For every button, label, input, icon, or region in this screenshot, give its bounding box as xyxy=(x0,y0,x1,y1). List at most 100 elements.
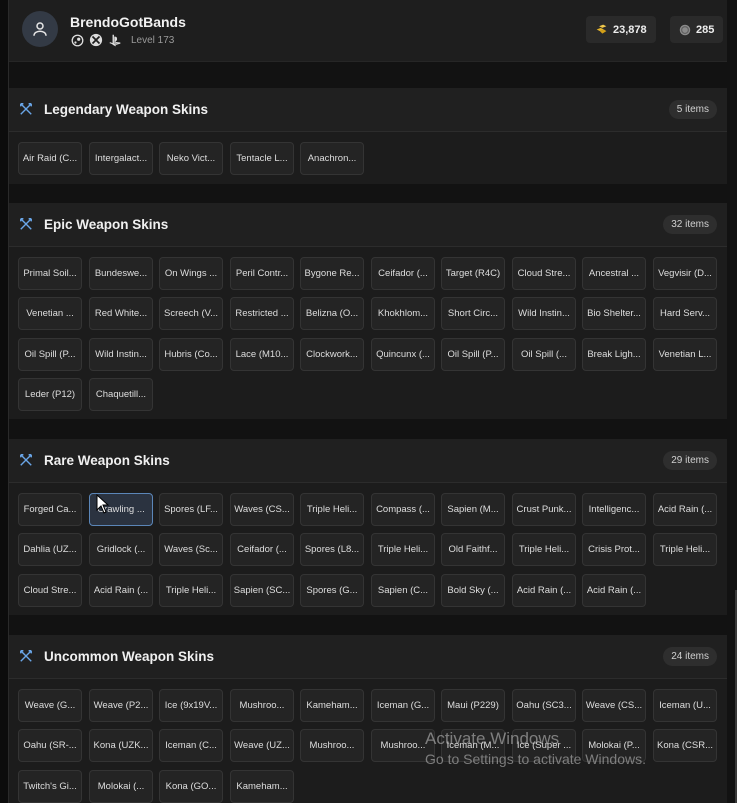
xbox-icon xyxy=(89,33,103,47)
skin-tile[interactable]: Anachron... xyxy=(300,142,364,175)
skin-tile[interactable]: Hard Serv... xyxy=(653,297,717,330)
silver-coin-icon xyxy=(679,24,691,35)
skin-tile[interactable]: Bio Shelter... xyxy=(582,297,646,330)
skin-tile[interactable]: Oahu (SC3... xyxy=(512,689,576,722)
section-header: Legendary Weapon Skins 5 items xyxy=(9,88,727,132)
skin-tile[interactable]: Twitch's Gi... xyxy=(18,770,82,803)
skin-tile[interactable]: Triple Heli... xyxy=(300,493,364,526)
skin-tile[interactable]: Lace (M10... xyxy=(230,338,294,371)
skin-tile[interactable]: On Wings ... xyxy=(159,257,223,290)
skin-tile[interactable]: Quincunx (... xyxy=(371,338,435,371)
skin-tile[interactable]: Old Faithf... xyxy=(441,533,505,566)
skin-tile[interactable]: Oil Spill (... xyxy=(512,338,576,371)
skin-tile[interactable]: Spores (LF... xyxy=(159,493,223,526)
skin-tile[interactable]: Mushroo... xyxy=(300,729,364,762)
crossed-swords-icon xyxy=(20,650,32,662)
skin-tile[interactable]: Wild Instin... xyxy=(89,338,153,371)
skin-tile[interactable]: Leder (P12) xyxy=(18,378,82,411)
skin-tile[interactable]: Primal Soil... xyxy=(18,257,82,290)
skin-tile[interactable]: Kameham... xyxy=(300,689,364,722)
skin-tile[interactable]: Wild Instin... xyxy=(512,297,576,330)
skin-tile[interactable]: Cloud Stre... xyxy=(512,257,576,290)
skin-tile[interactable]: Weave (CS... xyxy=(582,689,646,722)
skin-tile[interactable]: Vegvisir (D... xyxy=(653,257,717,290)
profile-header: BrendoGotBands Level 173 23,878 285 xyxy=(9,0,727,62)
skin-tile[interactable]: Kameham... xyxy=(230,770,294,803)
skin-tile[interactable]: Intelligenc... xyxy=(582,493,646,526)
skin-tile[interactable]: Triple Heli... xyxy=(159,574,223,607)
skin-tile[interactable]: Ceifador (... xyxy=(371,257,435,290)
skin-tile[interactable]: Iceman (C... xyxy=(159,729,223,762)
skin-tile[interactable]: Triple Heli... xyxy=(653,533,717,566)
skin-tile[interactable]: Kona (CSR... xyxy=(653,729,717,762)
skin-tile[interactable]: Weave (UZ... xyxy=(230,729,294,762)
skin-tile[interactable]: Waves (Sc... xyxy=(159,533,223,566)
skin-tile[interactable]: Ceifador (... xyxy=(230,533,294,566)
skin-tile[interactable]: Tentacle L... xyxy=(230,142,294,175)
avatar[interactable] xyxy=(22,11,58,47)
section-header: Rare Weapon Skins 29 items xyxy=(9,439,727,483)
gold-amount: 23,878 xyxy=(613,23,647,36)
skin-tile[interactable]: Restricted ... xyxy=(230,297,294,330)
skin-tile[interactable]: Cloud Stre... xyxy=(18,574,82,607)
skin-tile[interactable]: Kona (GO... xyxy=(159,770,223,803)
skin-tile[interactable]: Iceman (G... xyxy=(371,689,435,722)
skin-tile[interactable]: Venetian L... xyxy=(653,338,717,371)
skin-tile[interactable]: Air Raid (C... xyxy=(18,142,82,175)
skin-tile[interactable]: Sapien (SC... xyxy=(230,574,294,607)
skin-tile[interactable]: Acid Rain (... xyxy=(89,574,153,607)
skin-tile[interactable]: Spores (G... xyxy=(300,574,364,607)
skin-tile[interactable]: Bygone Re... xyxy=(300,257,364,290)
skin-tile[interactable]: Oil Spill (P... xyxy=(441,338,505,371)
skin-tile[interactable]: Acid Rain (... xyxy=(653,493,717,526)
section-uncommon: Uncommon Weapon Skins 24 items Weave (G.… xyxy=(9,635,727,803)
skin-tile[interactable]: Short Circ... xyxy=(441,297,505,330)
skin-tile[interactable]: Belizna (O... xyxy=(300,297,364,330)
skin-tile[interactable]: Red White... xyxy=(89,297,153,330)
skin-tile[interactable]: Forged Ca... xyxy=(18,493,82,526)
skin-tile[interactable]: Molokai (... xyxy=(89,770,153,803)
skin-tile[interactable]: Intergalact... xyxy=(89,142,153,175)
skin-tile[interactable]: Crust Punk... xyxy=(512,493,576,526)
skin-tile[interactable]: Bundeswe... xyxy=(89,257,153,290)
section-title: Epic Weapon Skins xyxy=(44,217,169,232)
section-title: Rare Weapon Skins xyxy=(44,453,170,468)
skin-tile[interactable]: Dahlia (UZ... xyxy=(18,533,82,566)
skin-tile[interactable]: Compass (... xyxy=(371,493,435,526)
skin-tile[interactable]: Break Ligh... xyxy=(582,338,646,371)
skin-tile[interactable]: Venetian ... xyxy=(18,297,82,330)
skin-tile[interactable]: Waves (CS... xyxy=(230,493,294,526)
skin-tile[interactable]: Target (R4C) xyxy=(441,257,505,290)
skin-tile[interactable]: Oahu (SR-... xyxy=(18,729,82,762)
skin-tile[interactable]: Sapien (M... xyxy=(441,493,505,526)
skin-tile[interactable]: Hubris (Co... xyxy=(159,338,223,371)
skin-tile[interactable]: Bold Sky (... xyxy=(441,574,505,607)
skin-tile[interactable]: Weave (P2... xyxy=(89,689,153,722)
skin-tile[interactable]: Spores (L8... xyxy=(300,533,364,566)
silver-amount: 285 xyxy=(696,23,715,36)
crossed-swords-icon xyxy=(20,103,32,115)
skin-tile[interactable]: Triple Heli... xyxy=(512,533,576,566)
skin-tile[interactable]: Iceman (U... xyxy=(653,689,717,722)
section-title: Uncommon Weapon Skins xyxy=(44,649,215,664)
skin-tile[interactable]: Sapien (C... xyxy=(371,574,435,607)
skin-tile[interactable]: Oil Spill (P... xyxy=(18,338,82,371)
item-count-badge: 5 items xyxy=(668,100,717,119)
skin-tile[interactable]: Triple Heli... xyxy=(371,533,435,566)
skin-tile[interactable]: Acid Rain (... xyxy=(512,574,576,607)
skin-tile[interactable]: Weave (G... xyxy=(18,689,82,722)
skin-tile[interactable]: Gridlock (... xyxy=(89,533,153,566)
skin-tile[interactable]: Screech (V... xyxy=(159,297,223,330)
skin-tile[interactable]: Khokhlom... xyxy=(371,297,435,330)
skin-tile[interactable]: Kona (UZK... xyxy=(89,729,153,762)
skin-tile[interactable]: Acid Rain (... xyxy=(582,574,646,607)
skin-tile[interactable]: Peril Contr... xyxy=(230,257,294,290)
skin-tile[interactable]: Crisis Prot... xyxy=(582,533,646,566)
skin-tile[interactable]: Maui (P229) xyxy=(441,689,505,722)
skin-tile[interactable]: Clockwork... xyxy=(300,338,364,371)
skin-tile[interactable]: Neko Vict... xyxy=(159,142,223,175)
skin-tile[interactable]: Ancestral ... xyxy=(582,257,646,290)
skin-tile[interactable]: Ice (9x19V... xyxy=(159,689,223,722)
skin-tile[interactable]: Mushroo... xyxy=(230,689,294,722)
skin-tile[interactable]: Chaquetill... xyxy=(89,378,153,411)
